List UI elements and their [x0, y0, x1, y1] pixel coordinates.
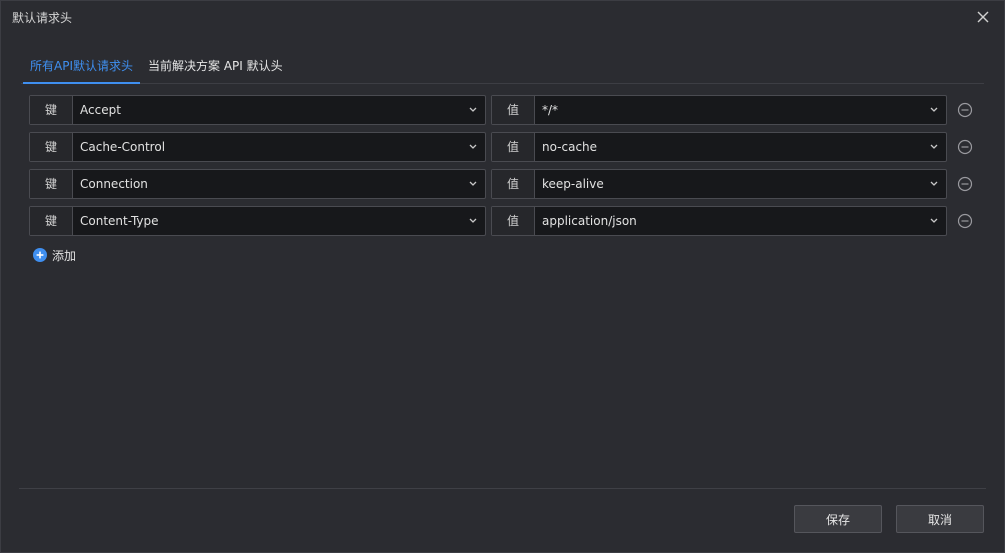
- header-value: application/json: [542, 214, 637, 228]
- close-button[interactable]: [974, 8, 992, 26]
- value-group: 值 application/json: [491, 206, 947, 236]
- chevron-down-icon: [469, 218, 477, 223]
- chevron-down-icon: [930, 181, 938, 186]
- chevron-down-icon: [930, 107, 938, 112]
- value-label: 值: [492, 133, 535, 161]
- chevron-down-icon: [930, 144, 938, 149]
- value-label: 值: [492, 207, 535, 235]
- key-label: 键: [30, 170, 73, 198]
- close-icon: [977, 11, 989, 23]
- header-row: 键 Cache-Control 值 no-cache: [29, 132, 977, 162]
- remove-row-icon[interactable]: [957, 102, 973, 118]
- key-select[interactable]: Cache-Control: [73, 133, 485, 161]
- chevron-down-icon: [930, 218, 938, 223]
- key-value: Connection: [80, 177, 148, 191]
- key-value: Cache-Control: [80, 140, 166, 154]
- value-label: 值: [492, 170, 535, 198]
- value-label: 值: [492, 96, 535, 124]
- value-select[interactable]: no-cache: [535, 133, 946, 161]
- header-rows: 键 Accept 值 */* 键 Cache-Control 值 no-cach…: [29, 95, 977, 243]
- key-group: 键 Content-Type: [29, 206, 486, 236]
- value-select[interactable]: */*: [535, 96, 946, 124]
- header-row: 键 Connection 值 keep-alive: [29, 169, 977, 199]
- save-button[interactable]: 保存: [794, 505, 882, 533]
- chevron-down-icon: [469, 107, 477, 112]
- value-select[interactable]: keep-alive: [535, 170, 946, 198]
- tab-all-api-headers[interactable]: 所有API默认请求头: [30, 57, 133, 74]
- plus-circle-icon: [33, 248, 47, 262]
- active-tab-indicator: [23, 82, 140, 84]
- key-label: 键: [30, 207, 73, 235]
- remove-row-icon[interactable]: [957, 139, 973, 155]
- add-header-button[interactable]: 添加: [33, 246, 76, 264]
- default-headers-dialog: 默认请求头 所有API默认请求头 当前解决方案 API 默认头 键 Accept…: [0, 0, 1005, 553]
- header-value: no-cache: [542, 140, 598, 154]
- chevron-down-icon: [469, 181, 477, 186]
- add-header-label: 添加: [52, 248, 77, 263]
- header-row: 键 Accept 值 */*: [29, 95, 977, 125]
- tab-solution-api-headers[interactable]: 当前解决方案 API 默认头: [148, 57, 283, 74]
- key-group: 键 Accept: [29, 95, 486, 125]
- key-select[interactable]: Accept: [73, 96, 485, 124]
- chevron-down-icon: [469, 144, 477, 149]
- value-select[interactable]: application/json: [535, 207, 946, 235]
- key-group: 键 Cache-Control: [29, 132, 486, 162]
- title-bar: 默认请求头: [1, 1, 1004, 33]
- value-group: 值 keep-alive: [491, 169, 947, 199]
- header-row: 键 Content-Type 值 application/json: [29, 206, 977, 236]
- dialog-title: 默认请求头: [12, 11, 73, 25]
- tab-bar: 所有API默认请求头 当前解决方案 API 默认头: [21, 49, 984, 84]
- header-value: keep-alive: [542, 177, 604, 191]
- key-label: 键: [30, 96, 73, 124]
- remove-row-icon[interactable]: [957, 176, 973, 192]
- footer-divider: [19, 488, 986, 489]
- key-value: Content-Type: [80, 214, 159, 228]
- remove-row-icon[interactable]: [957, 213, 973, 229]
- cancel-button[interactable]: 取消: [896, 505, 984, 533]
- key-label: 键: [30, 133, 73, 161]
- key-select[interactable]: Connection: [73, 170, 485, 198]
- key-select[interactable]: Content-Type: [73, 207, 485, 235]
- value-group: 值 */*: [491, 95, 947, 125]
- key-group: 键 Connection: [29, 169, 486, 199]
- key-value: Accept: [80, 103, 121, 117]
- value-group: 值 no-cache: [491, 132, 947, 162]
- header-value: */*: [542, 103, 559, 117]
